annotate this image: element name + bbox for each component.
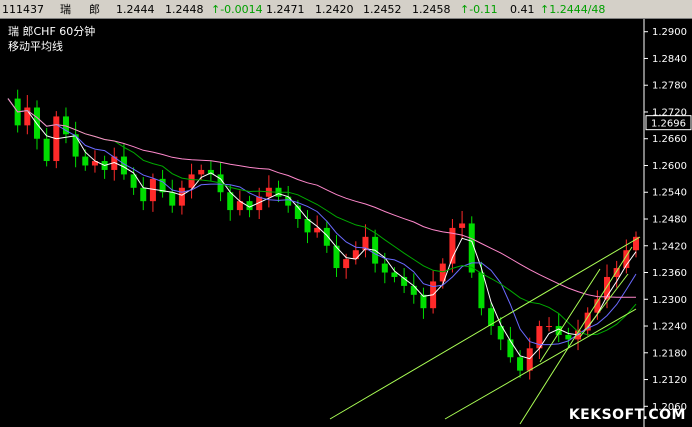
candle-body [323,227,330,246]
price-axis-tick-label: 1.2900 [652,27,687,38]
price-axis-tick-label: 1.2480 [652,215,687,226]
candle-body [410,285,417,295]
last-price: ↑1.2444/48 [540,3,606,16]
indicator-label: 移动平均线 [8,40,63,53]
candle-body [507,339,514,358]
candle-body [169,192,176,206]
amplitude-value: 0.41 [510,3,535,16]
price-axis-tick-label: 1.2540 [652,188,687,199]
candle-body [343,259,350,269]
watermark: KEKSOFT.COM [568,407,686,423]
moving-average-mid [7,98,637,346]
price-axis-tick-label: 1.2300 [652,295,687,306]
price-axis-tick-label: 1.2420 [652,241,687,252]
price-axis-tick-label: 1.2600 [652,161,687,172]
candle-body [352,250,359,260]
ask-price: 1.2458 [412,3,451,16]
price-axis-tick-label: 1.2360 [652,268,687,279]
open-price: 1.2444 [116,3,155,16]
trendline [539,268,601,363]
trendline [329,236,641,420]
candle-body [285,196,292,206]
candle-body [526,348,533,371]
price-axis-tick-label: 1.2240 [652,322,687,333]
candle-body [198,169,205,175]
moving-average-long [7,98,636,298]
candle-body [478,272,485,309]
low-price: 1.2420 [315,3,354,16]
symbol-name-part-2: 郎 [89,3,100,16]
chart-area[interactable]: 1.2900 1.2840 1.2780 1.2720 1.2660 1.2600 1.25… [0,19,692,427]
candle-body [227,192,234,211]
high-price: 1.2471 [266,3,305,16]
candle-body [565,334,572,340]
candle-body [459,223,466,228]
chart-title: 瑞 郎CHF 60分钟 [8,25,96,38]
symbol-code: 111437 [2,3,44,16]
price-axis-tick-label: 1.2180 [652,348,687,359]
candle-body [178,187,185,206]
current-price-label: 1.2696 [651,119,686,130]
price-axis-tick-label: 1.2840 [652,54,687,65]
symbol-name-part-1: 瑞 [60,3,71,16]
candle-body [188,174,195,188]
prev-close-price: 1.2448 [165,3,204,16]
trendline [444,308,637,420]
quote-bar: 111437 瑞 郎 1.2444 1.2448 ↑-0.0014 1.2471… [0,0,692,19]
pct-change-value: ↑-0.11 [460,3,498,16]
price-axis-tick-label: 1.2780 [652,81,687,92]
candle-body [613,268,620,277]
moving-average-fast [7,98,637,360]
candle-body [43,138,50,162]
candle-body [82,156,89,166]
price-axis-tick-label: 1.2120 [652,375,687,386]
candle-body [517,357,524,371]
candle-body [381,263,388,273]
candle-body [420,294,427,309]
price-chart[interactable]: 1.29001.28401.27801.27201.26601.26001.25… [0,19,692,427]
price-axis-tick-label: 1.2660 [652,134,687,145]
bid-price: 1.2452 [363,3,402,16]
chart-window: 111437 瑞 郎 1.2444 1.2448 ↑-0.0014 1.2471… [0,0,692,427]
change-value: ↑-0.0014 [211,3,263,16]
candle-body [546,326,553,328]
candle-body [140,187,147,202]
